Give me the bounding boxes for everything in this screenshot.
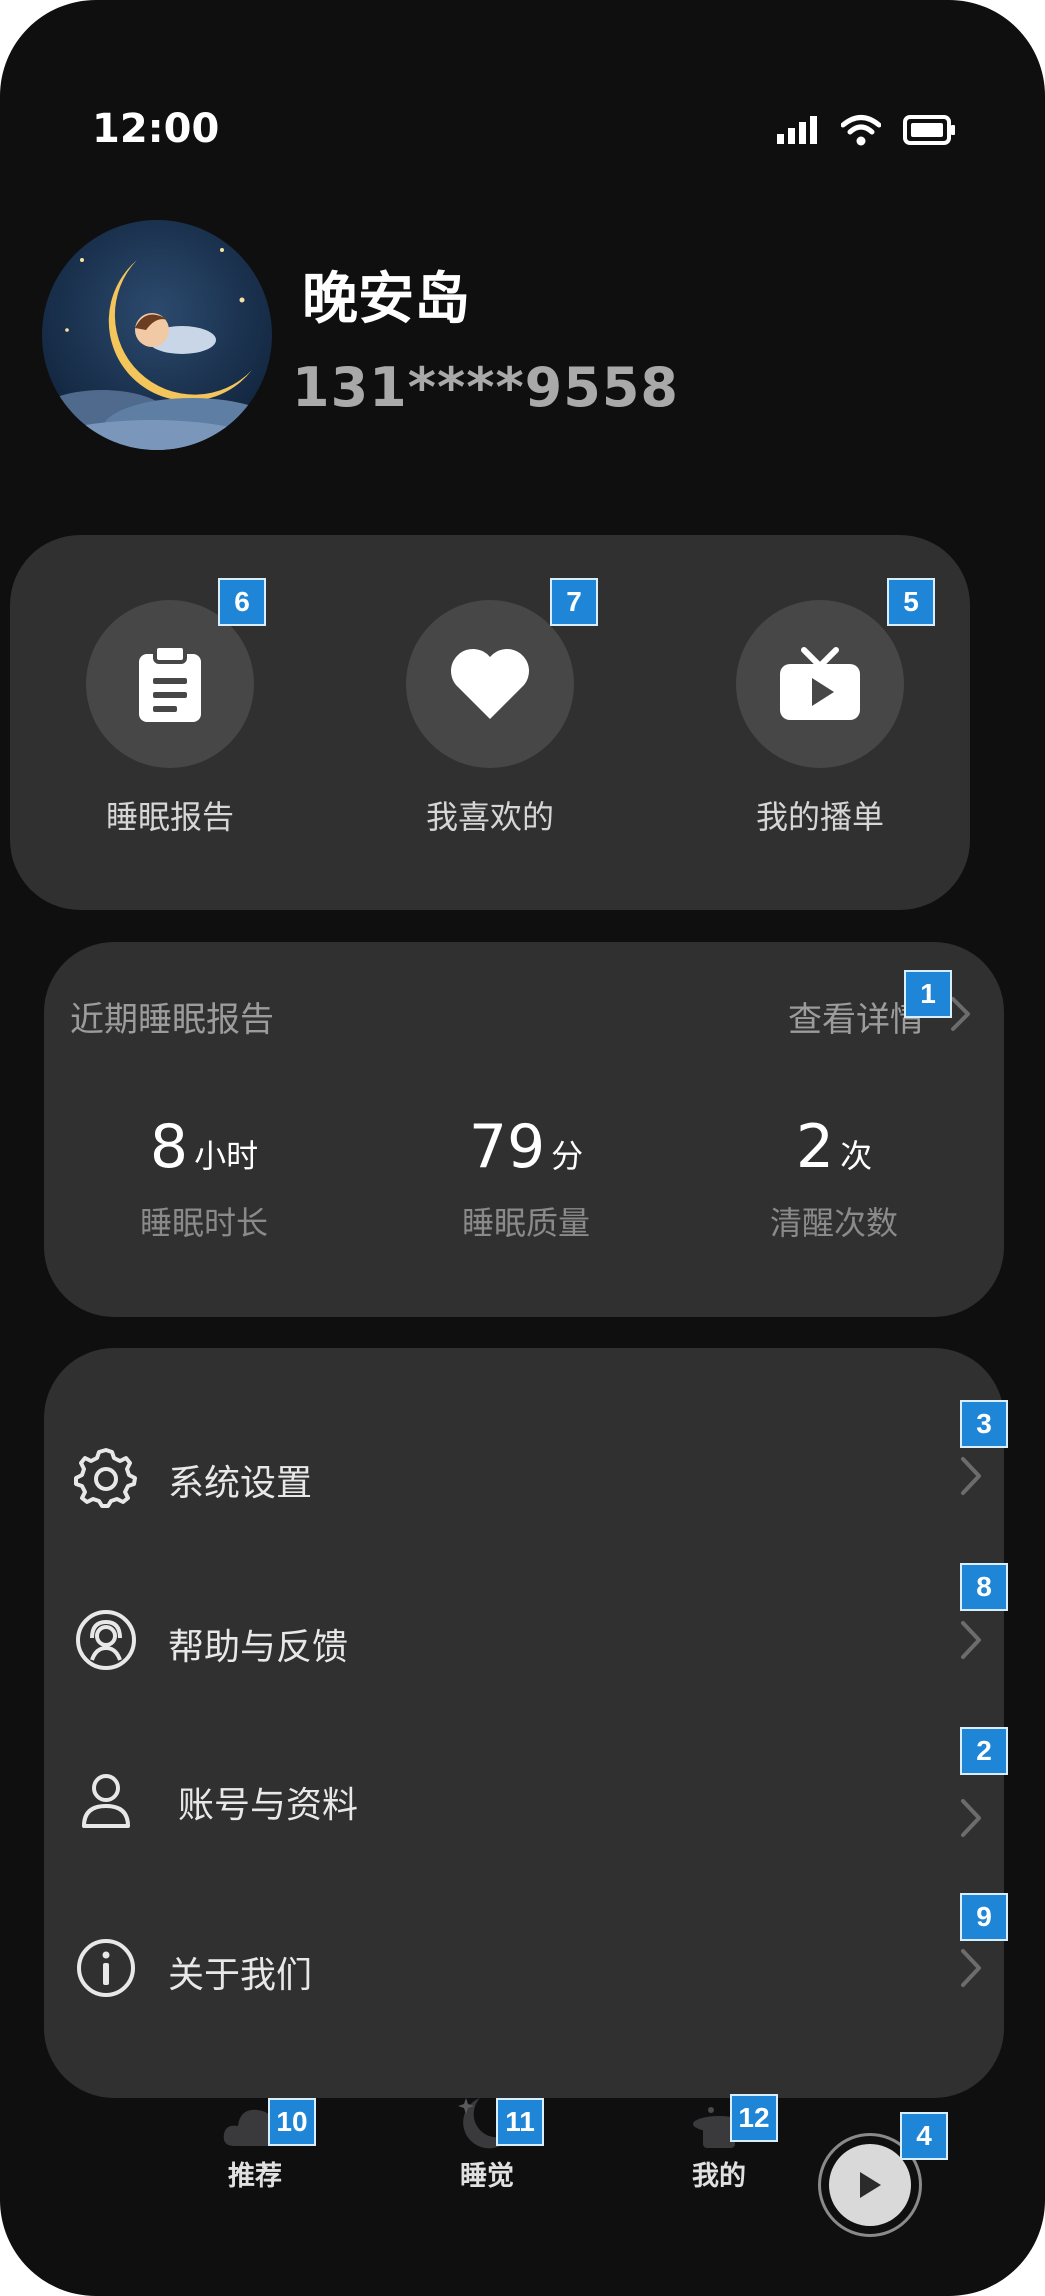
gear-icon: [74, 1448, 137, 1508]
element-badge: 10: [268, 2098, 316, 2146]
element-badge: 1: [904, 970, 952, 1018]
stat-label: 睡眠时长: [139, 1204, 268, 1242]
menu-label: 帮助与反馈: [168, 1627, 349, 1668]
quick-label: 睡眠报告: [105, 798, 234, 836]
phone-screen: 12:00 晚安岛 131****9558 睡眠报告 我喜欢的 我的播单 6 7…: [0, 0, 1045, 2296]
battery-icon: [903, 115, 955, 145]
play-icon: [860, 2172, 881, 2198]
tab-label: 睡觉: [460, 2161, 514, 2192]
menu-label: 关于我们: [168, 1955, 313, 1996]
settings-menu-card: 系统设置 帮助与反馈 账号与资料 关于我们: [44, 1348, 1004, 2098]
stat-value: 2: [795, 1112, 835, 1182]
element-badge: 6: [218, 578, 266, 626]
avatar[interactable]: [42, 220, 272, 450]
tab-label: 推荐: [228, 2161, 282, 2192]
element-badge: 12: [730, 2094, 778, 2142]
stat-wake-count: 2次 清醒次数: [694, 1112, 974, 1244]
menu-label: 系统设置: [168, 1463, 313, 1504]
info-icon: [77, 1939, 135, 1997]
chevron-right-icon: [961, 1457, 981, 1495]
stat-sleep-quality: 79 分 睡眠质量: [386, 1112, 666, 1244]
stat-value: 8: [149, 1112, 189, 1182]
quick-label: 我喜欢的: [425, 798, 554, 836]
menu-label: 账号与资料: [178, 1785, 359, 1826]
heart-icon: [450, 648, 530, 719]
recent-report-title: 近期睡眠报告: [70, 1000, 274, 1040]
stat-label: 清醒次数: [769, 1204, 898, 1242]
status-bar: 12:00: [92, 98, 997, 158]
element-badge: 7: [550, 578, 598, 626]
clipboard-icon: [139, 644, 201, 722]
element-badge: 11: [496, 2098, 544, 2146]
username: 晚安岛: [302, 267, 470, 332]
quick-sleep-report[interactable]: 睡眠报告: [20, 600, 320, 836]
stat-value: 79: [468, 1112, 546, 1182]
phone-number: 131****9558: [292, 356, 679, 419]
quick-label: 我的播单: [755, 798, 884, 836]
menu-item-account-profile[interactable]: 账号与资料: [44, 1746, 1004, 1856]
stat-sleep-duration: 8 小时 睡眠时长: [64, 1112, 344, 1244]
chevron-right-icon: [961, 1799, 981, 1837]
chevron-right-icon: [961, 1621, 981, 1659]
stat-label: 睡眠质量: [461, 1204, 590, 1242]
stat-unit: 分: [551, 1137, 584, 1175]
menu-item-help-feedback[interactable]: 帮助与反馈: [44, 1588, 1004, 1698]
signal-icon: [777, 116, 817, 144]
tv-play-icon: [780, 647, 860, 720]
element-badge: 9: [960, 1893, 1008, 1941]
stat-unit: 小时: [194, 1137, 259, 1175]
menu-item-about-us[interactable]: 关于我们: [44, 1916, 1004, 2026]
menu-item-system-settings[interactable]: 系统设置: [44, 1424, 1004, 1534]
quick-playlist[interactable]: 我的播单: [670, 600, 970, 836]
element-badge: 8: [960, 1563, 1008, 1611]
chevron-right-icon: [961, 1949, 981, 1987]
element-badge: 4: [900, 2112, 948, 2160]
support-agent-icon: [76, 1610, 136, 1670]
tab-label: 我的: [692, 2161, 746, 2192]
element-badge: 3: [960, 1400, 1008, 1448]
stat-unit: 次: [840, 1137, 873, 1175]
element-badge: 5: [887, 578, 935, 626]
user-icon: [82, 1774, 130, 1828]
quick-favorites[interactable]: 我喜欢的: [340, 600, 640, 836]
quick-actions-card: 睡眠报告 我喜欢的 我的播单: [10, 535, 970, 910]
element-badge: 2: [960, 1727, 1008, 1775]
status-time: 12:00: [92, 106, 220, 152]
recent-report-card: 近期睡眠报告 查看详情 8 小时 睡眠时长 79 分 睡眠质量 2次 清醒次数: [44, 942, 1004, 1317]
wifi-icon: [841, 115, 881, 146]
